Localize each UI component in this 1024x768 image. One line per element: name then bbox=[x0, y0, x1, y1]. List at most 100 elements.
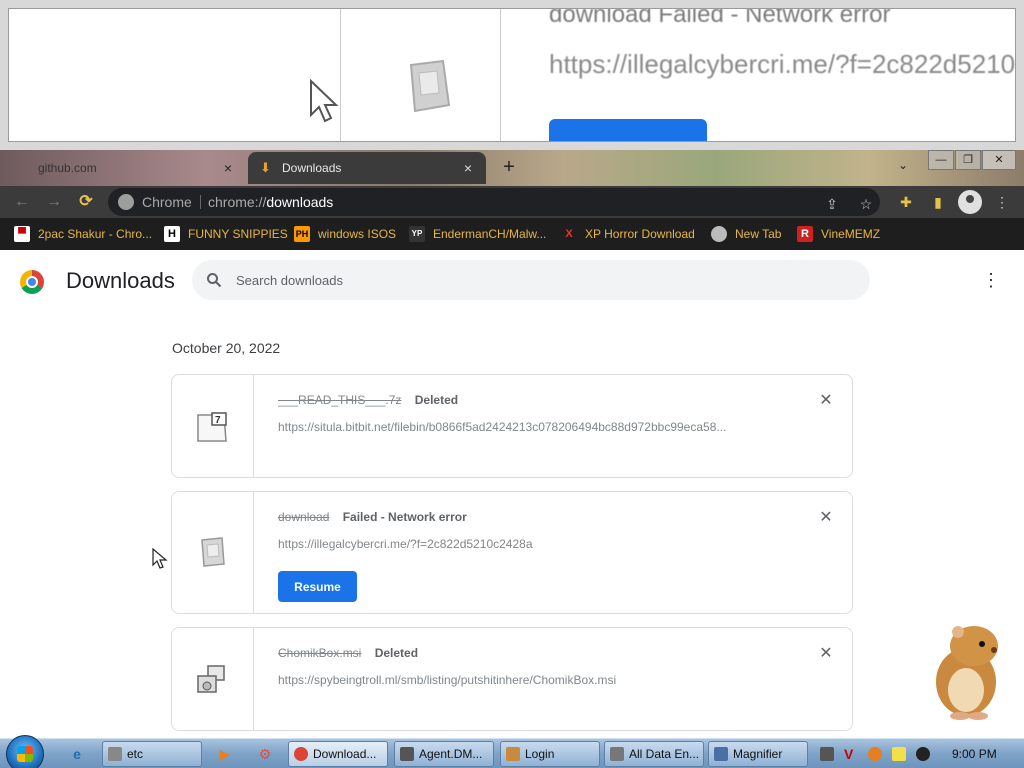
bookmark-item[interactable]: YP EndermanCH/Malw... bbox=[409, 218, 546, 250]
hamster-mascot-icon bbox=[936, 626, 998, 720]
bookmark-label: XP Horror Download bbox=[585, 227, 695, 241]
back-button[interactable]: ← bbox=[12, 192, 32, 212]
tab-close-icon[interactable]: × bbox=[460, 160, 476, 176]
magnifier-resume-button bbox=[549, 119, 707, 141]
yp-logo-icon: YP bbox=[409, 226, 425, 242]
file-url[interactable]: https://situla.bitbit.net/filebin/b0866f… bbox=[278, 420, 778, 434]
tray-search-icon[interactable] bbox=[868, 747, 882, 761]
clock[interactable]: 9:00 PM bbox=[952, 747, 997, 761]
url-path: downloads bbox=[266, 194, 334, 210]
file-icon-column bbox=[172, 492, 254, 613]
date-heading: October 20, 2022 bbox=[172, 340, 281, 356]
reload-button[interactable]: ⟳ bbox=[76, 192, 96, 212]
downloads-page: Downloads ⋮ October 20, 2022 7 ___READ_T… bbox=[0, 250, 1024, 738]
file-name-row: ChomikBox.msi Deleted bbox=[278, 646, 418, 660]
tab-search-chevron-icon[interactable]: ⌄ bbox=[898, 158, 908, 172]
remove-download-button[interactable]: ✕ bbox=[818, 393, 834, 409]
tray-v-icon[interactable]: V bbox=[844, 747, 858, 761]
taskbar-item[interactable]: etc bbox=[102, 741, 202, 767]
window-icon bbox=[610, 747, 624, 761]
taskbar-item-label: Download... bbox=[313, 747, 377, 761]
forward-button[interactable]: → bbox=[44, 192, 64, 212]
chrome-logo-icon bbox=[20, 270, 44, 294]
installer-icon bbox=[197, 665, 225, 693]
file-icon-column: 7 bbox=[172, 375, 254, 477]
bookmark-item[interactable]: R VineMEMZ bbox=[797, 218, 880, 250]
file-name[interactable]: download bbox=[278, 510, 329, 524]
taskbar-item-label: etc bbox=[127, 747, 144, 761]
ph-logo-icon: PH bbox=[294, 226, 310, 242]
taskbar-item-label: Login bbox=[525, 747, 555, 761]
search-box[interactable] bbox=[192, 260, 870, 300]
new-tab-button[interactable]: + bbox=[498, 156, 520, 178]
tab-strip: github.com × ⬇ Downloads × + ⌄ — ❐ ✕ bbox=[0, 150, 1024, 186]
file-name-row: download Failed - Network error bbox=[278, 510, 467, 524]
generic-file-icon bbox=[201, 537, 225, 567]
download-item: ChomikBox.msi Deleted https://spybeingtr… bbox=[171, 627, 853, 731]
globe-icon bbox=[711, 226, 727, 242]
maximize-button[interactable]: ❐ bbox=[955, 150, 981, 170]
tab-close-icon[interactable]: × bbox=[220, 160, 236, 176]
extensions-puzzle-icon[interactable]: ✚ bbox=[896, 192, 916, 212]
bookmark-star-icon[interactable]: ☆ bbox=[856, 194, 876, 214]
resume-button[interactable]: Resume bbox=[278, 571, 357, 602]
bookmark-item[interactable]: New Tab bbox=[711, 218, 781, 250]
start-button[interactable] bbox=[6, 735, 44, 768]
bookmark-item[interactable]: X XP Horror Download bbox=[561, 218, 695, 250]
close-window-button[interactable]: ✕ bbox=[982, 150, 1016, 170]
tab-label: github.com bbox=[38, 161, 97, 175]
taskbar: e etc ▶ ⚙ Download... Agent.DM... Login … bbox=[0, 735, 1024, 768]
search-input[interactable] bbox=[236, 260, 836, 300]
remove-download-button[interactable]: ✕ bbox=[818, 510, 834, 526]
magnifier-url-text: https://illegalcybercri.me/?f=2c822d5210 bbox=[549, 49, 1016, 79]
taskbar-item[interactable]: Download... bbox=[288, 741, 388, 767]
tab-downloads[interactable]: ⬇ Downloads × bbox=[248, 152, 486, 184]
address-bar[interactable]: Chrome chrome://downloads ⇪ ☆ bbox=[108, 188, 880, 216]
bookmark-label: EndermanCH/Malw... bbox=[433, 227, 547, 241]
more-actions-icon[interactable]: ⋮ bbox=[982, 270, 1000, 290]
taskbar-item[interactable]: Magnifier bbox=[708, 741, 808, 767]
file-url[interactable]: https://spybeingtroll.ml/smb/listing/put… bbox=[278, 673, 778, 687]
share-icon[interactable]: ⇪ bbox=[822, 194, 842, 214]
x-logo-icon: X bbox=[565, 228, 573, 240]
magnifier-file-icon bbox=[409, 59, 451, 113]
file-status: Failed - Network error bbox=[342, 510, 467, 524]
taskbar-item[interactable]: Login bbox=[500, 741, 600, 767]
download-icon: ⬇ bbox=[260, 160, 271, 175]
bookmark-item[interactable]: ▀ 2pac Shakur - Chro... bbox=[14, 218, 152, 250]
app-icon[interactable]: ⚙ bbox=[254, 743, 276, 765]
tab-github[interactable]: github.com × bbox=[0, 152, 246, 184]
bookmark-item[interactable]: PH windows ISOS bbox=[294, 218, 396, 250]
media-player-icon[interactable]: ▶ bbox=[214, 743, 236, 765]
window-icon bbox=[400, 747, 414, 761]
tray-note-icon[interactable] bbox=[892, 747, 906, 761]
minimize-button[interactable]: — bbox=[928, 150, 954, 170]
file-name[interactable]: ___READ_THIS___.7z bbox=[278, 393, 401, 407]
tray-record-icon[interactable] bbox=[916, 747, 930, 761]
bookmark-label: windows ISOS bbox=[318, 227, 397, 241]
side-panel-icon[interactable]: ▮ bbox=[928, 192, 948, 212]
magnifier-empty-column bbox=[9, 9, 341, 141]
profile-avatar[interactable] bbox=[958, 190, 982, 214]
file-icon-column bbox=[172, 628, 254, 730]
bookmark-item[interactable]: H FUNNY SNIPPIES bbox=[164, 218, 288, 250]
tab-label: Downloads bbox=[282, 161, 342, 175]
tray-icon[interactable] bbox=[820, 747, 834, 761]
magnifier-content: download Failed - Network error https://… bbox=[8, 8, 1016, 142]
login-icon bbox=[506, 747, 520, 761]
chrome-menu-icon[interactable]: ⋮ bbox=[992, 192, 1012, 212]
search-icon[interactable] bbox=[206, 272, 222, 288]
address-url[interactable]: chrome://downloads bbox=[208, 194, 333, 210]
remove-download-button[interactable]: ✕ bbox=[818, 646, 834, 662]
magnifier-status-text: download Failed - Network error bbox=[549, 8, 891, 28]
bookmark-label: VineMEMZ bbox=[821, 227, 881, 241]
file-url[interactable]: https://illegalcybercri.me/?f=2c822d5210… bbox=[278, 537, 778, 551]
taskbar-item[interactable]: Agent.DM... bbox=[394, 741, 494, 767]
taskbar-item-label: Agent.DM... bbox=[419, 747, 483, 761]
file-name[interactable]: ChomikBox.msi bbox=[278, 646, 361, 660]
taskbar-item[interactable]: All Data En... bbox=[604, 741, 704, 767]
internet-explorer-icon[interactable]: e bbox=[66, 743, 88, 765]
url-scheme: chrome:// bbox=[208, 194, 267, 210]
magnifier-view: download Failed - Network error https://… bbox=[0, 0, 1024, 150]
magnifier-icon bbox=[714, 747, 728, 761]
